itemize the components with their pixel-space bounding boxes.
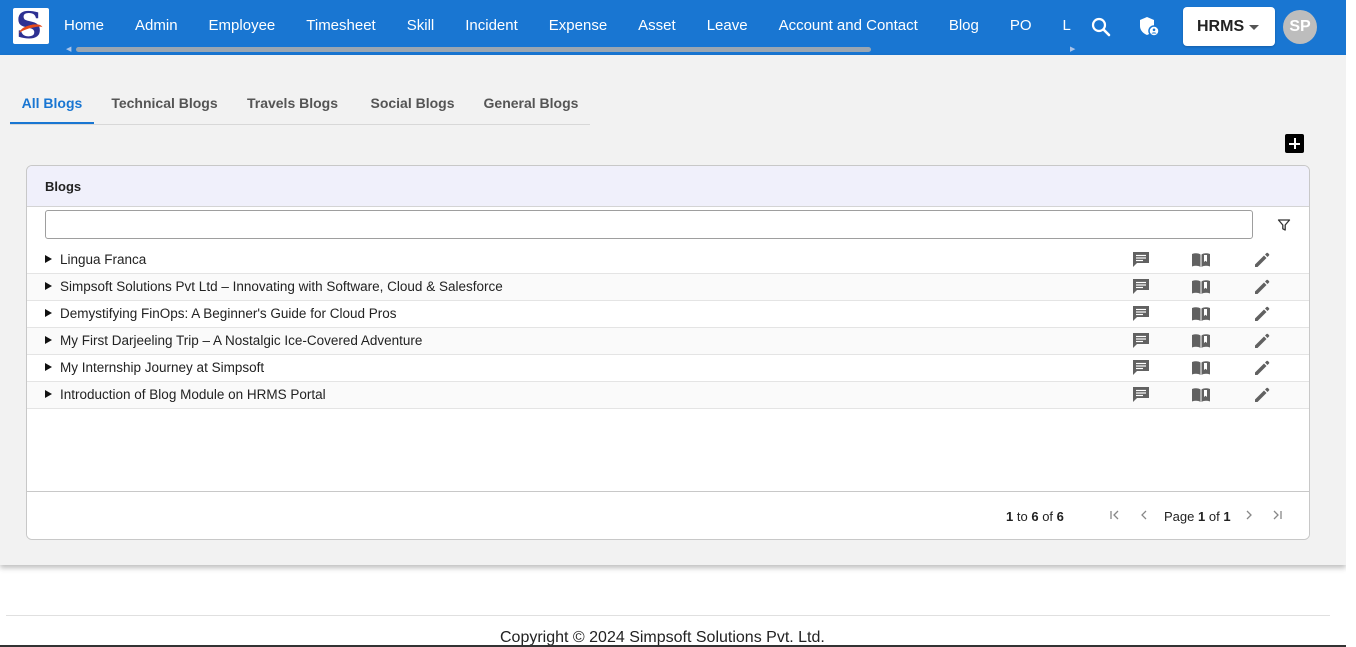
edit-pencil-icon[interactable] bbox=[1252, 277, 1272, 297]
tab-social-blogs[interactable]: Social Blogs bbox=[362, 90, 463, 124]
tab-technical-blogs[interactable]: Technical Blogs bbox=[104, 90, 225, 124]
tab-travels-blogs[interactable]: Travels Blogs bbox=[238, 90, 347, 124]
app-switcher-dropdown[interactable]: HRMS bbox=[1183, 7, 1275, 46]
filter-icon[interactable] bbox=[1277, 218, 1291, 232]
expand-arrow-icon[interactable] bbox=[45, 309, 52, 317]
read-book-icon[interactable] bbox=[1191, 385, 1211, 405]
blog-tabs: All Blogs Technical Blogs Travels Blogs … bbox=[10, 90, 590, 125]
expand-arrow-icon[interactable] bbox=[45, 282, 52, 290]
user-avatar[interactable]: SP bbox=[1283, 10, 1317, 44]
blog-title: Introduction of Blog Module on HRMS Port… bbox=[60, 387, 326, 402]
comment-icon[interactable] bbox=[1131, 277, 1151, 297]
comment-icon[interactable] bbox=[1131, 250, 1151, 270]
table-row[interactable]: My First Darjeeling Trip – A Nostalgic I… bbox=[27, 328, 1309, 355]
table-row[interactable]: My Internship Journey at Simpsoft bbox=[27, 355, 1309, 382]
previous-page-icon[interactable] bbox=[1137, 508, 1151, 522]
grid-header: Blogs bbox=[27, 166, 1309, 207]
blog-title: My First Darjeeling Trip – A Nostalgic I… bbox=[60, 333, 423, 348]
grid-paging-panel: 1 to 6 of 6 Page 1 of 1 bbox=[27, 491, 1309, 539]
search-icon[interactable] bbox=[1088, 14, 1114, 40]
next-page-icon[interactable] bbox=[1242, 508, 1256, 522]
read-book-icon[interactable] bbox=[1191, 304, 1211, 324]
company-logo[interactable]: S bbox=[13, 6, 49, 46]
app-switcher-label: HRMS bbox=[1197, 18, 1245, 35]
blog-title: Simpsoft Solutions Pvt Ltd – Innovating … bbox=[60, 279, 503, 294]
expand-arrow-icon[interactable] bbox=[45, 255, 52, 263]
comment-icon[interactable] bbox=[1131, 358, 1151, 378]
page-indicator: Page 1 of 1 bbox=[1164, 509, 1231, 524]
table-row[interactable]: Demystifying FinOps: A Beginner's Guide … bbox=[27, 301, 1309, 328]
paging-row-summary: 1 to 6 of 6 bbox=[1006, 509, 1064, 524]
expand-arrow-icon[interactable] bbox=[45, 390, 52, 398]
add-blog-button[interactable] bbox=[1285, 134, 1304, 153]
page-scrollbar[interactable] bbox=[1346, 0, 1356, 647]
filter-row bbox=[27, 207, 1309, 248]
tab-all-blogs[interactable]: All Blogs bbox=[10, 90, 94, 124]
edit-pencil-icon[interactable] bbox=[1252, 385, 1272, 405]
table-row[interactable]: Simpsoft Solutions Pvt Ltd – Innovating … bbox=[27, 274, 1309, 301]
blog-title: Demystifying FinOps: A Beginner's Guide … bbox=[60, 306, 397, 321]
last-page-icon[interactable] bbox=[1270, 508, 1284, 522]
read-book-icon[interactable] bbox=[1191, 358, 1211, 378]
blog-title: My Internship Journey at Simpsoft bbox=[60, 360, 265, 375]
grid-rows: Lingua Franca Simpsoft Solutions Pvt Ltd … bbox=[27, 247, 1309, 409]
nav-scroll-thumb[interactable] bbox=[76, 47, 871, 52]
nav-scrollbar[interactable]: ◀ ▶ bbox=[64, 45, 1075, 54]
tab-general-blogs[interactable]: General Blogs bbox=[475, 90, 587, 124]
main-content: All Blogs Technical Blogs Travels Blogs … bbox=[0, 55, 1346, 565]
grid-title: Blogs bbox=[45, 179, 82, 194]
filter-input[interactable] bbox=[45, 210, 1253, 239]
chevron-down-icon bbox=[1249, 25, 1259, 30]
read-book-icon[interactable] bbox=[1191, 331, 1211, 351]
table-row[interactable]: Introduction of Blog Module on HRMS Port… bbox=[27, 382, 1309, 409]
read-book-icon[interactable] bbox=[1191, 277, 1211, 297]
edit-pencil-icon[interactable] bbox=[1252, 250, 1272, 270]
scroll-left-icon[interactable]: ◀ bbox=[66, 46, 71, 54]
blog-title: Lingua Franca bbox=[60, 252, 147, 267]
comment-icon[interactable] bbox=[1131, 385, 1151, 405]
admin-shield-icon[interactable] bbox=[1136, 14, 1162, 40]
blogs-grid: Blogs Lingua Franca Simpsoft Solutions Pv… bbox=[26, 165, 1310, 540]
edit-pencil-icon[interactable] bbox=[1252, 331, 1272, 351]
comment-icon[interactable] bbox=[1131, 304, 1151, 324]
top-navbar: S Home Admin Employee Timesheet Skill Inciden… bbox=[0, 0, 1346, 55]
comment-icon[interactable] bbox=[1131, 331, 1151, 351]
read-book-icon[interactable] bbox=[1191, 250, 1211, 270]
table-row[interactable]: Lingua Franca bbox=[27, 247, 1309, 274]
scroll-right-icon[interactable]: ▶ bbox=[1070, 46, 1075, 54]
edit-pencil-icon[interactable] bbox=[1252, 304, 1272, 324]
expand-arrow-icon[interactable] bbox=[45, 336, 52, 344]
first-page-icon[interactable] bbox=[1108, 508, 1122, 522]
expand-arrow-icon[interactable] bbox=[45, 363, 52, 371]
footer-divider bbox=[6, 615, 1330, 616]
edit-pencil-icon[interactable] bbox=[1252, 358, 1272, 378]
